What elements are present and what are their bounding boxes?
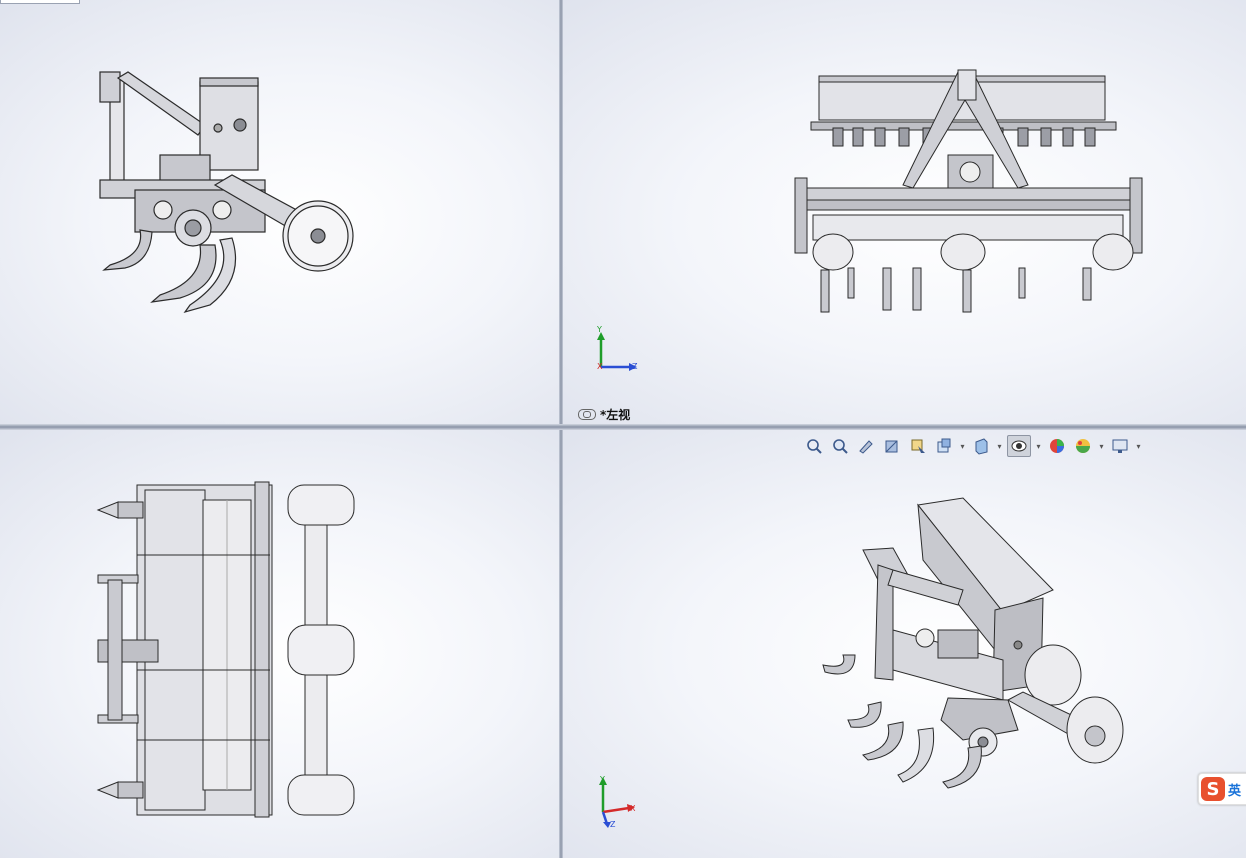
axis-x-label: X — [597, 362, 603, 371]
iso-axis-z-label: Z — [610, 820, 616, 829]
ime-language-label: 英 — [1228, 783, 1242, 799]
iso-axis-y-label: Y — [600, 775, 605, 784]
side-view-model[interactable] — [0, 0, 559, 424]
axis-z-label: Z — [632, 362, 638, 371]
viewport-top-right[interactable]: Y Z X *左视 — [563, 0, 1246, 424]
link-views-icon[interactable] — [578, 409, 596, 420]
sogou-logo-icon: S — [1201, 777, 1225, 801]
viewport-bottom-right[interactable]: ▾ ▾ ▾ ▾ ▾ Y X Z S 英 — [563, 430, 1246, 858]
view-name-label: *左视 — [578, 406, 630, 423]
top-view-model[interactable] — [0, 430, 559, 858]
view-name-text: *左视 — [600, 408, 631, 422]
axis-y-label: Y — [597, 325, 602, 334]
isometric-view-model[interactable] — [563, 430, 1246, 858]
iso-axis-x-label: X — [630, 804, 636, 813]
left-view-model[interactable] — [563, 0, 1246, 424]
ime-status-widget[interactable]: S 英 — [1198, 773, 1246, 805]
viewport-top-left[interactable] — [0, 0, 559, 424]
viewport-bottom-left[interactable] — [0, 430, 559, 858]
